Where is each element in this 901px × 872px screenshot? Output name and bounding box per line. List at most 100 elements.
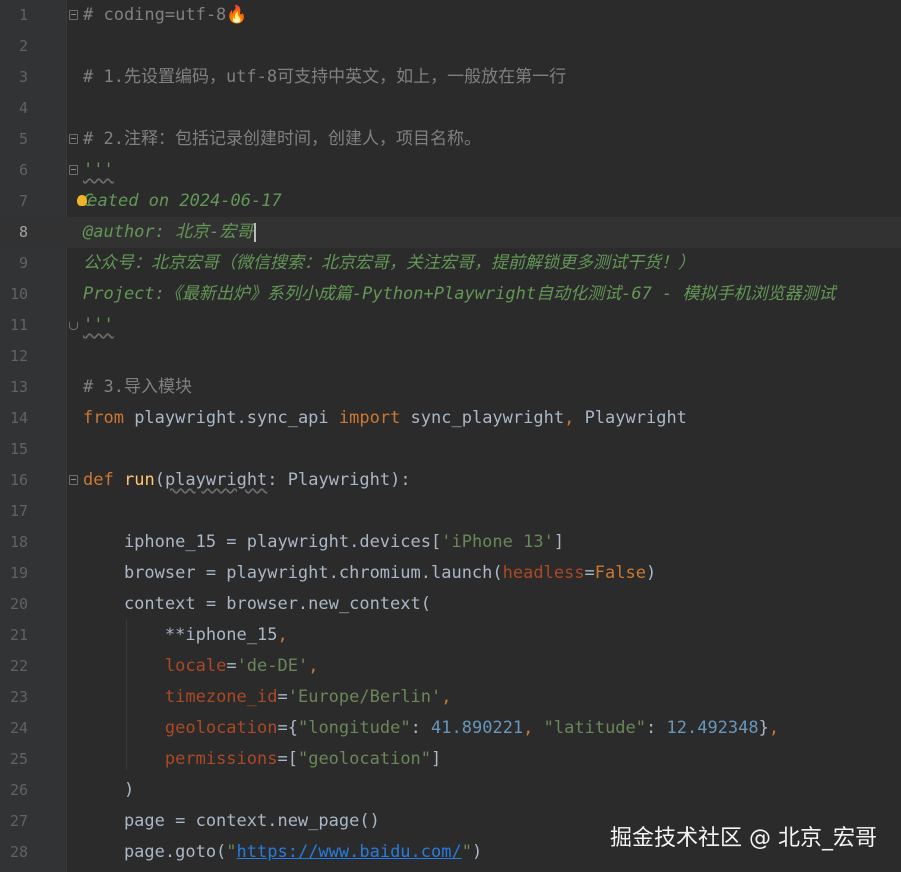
code-line[interactable]: 16 def run(playwright: Playwright): bbox=[0, 465, 901, 496]
fold-icon[interactable] bbox=[69, 475, 78, 485]
code-line[interactable]: 18 iphone_15 = playwright.devices['iPhon… bbox=[0, 527, 901, 558]
code-line[interactable]: 3 # 1.先设置编码，utf-8可支持中英文，如上，一般放在第一行 bbox=[0, 62, 901, 93]
text-caret bbox=[254, 222, 257, 242]
docstring-text: Project:《最新出炉》系列小成篇-Python+Playwright自动化… bbox=[83, 284, 836, 304]
code-line[interactable]: 12 bbox=[0, 341, 901, 372]
line-number: 1 bbox=[18, 6, 28, 24]
line-number: 6 bbox=[18, 161, 28, 179]
code-text: ) bbox=[645, 563, 657, 583]
string-literal: " bbox=[461, 842, 472, 862]
code-line[interactable]: 25 permissions=["geolocation"] bbox=[0, 744, 901, 775]
code-text: ) bbox=[83, 780, 135, 800]
comment-text: # 1.先设置编码，utf-8可支持中英文，如上，一般放在第一行 bbox=[83, 67, 567, 87]
fold-icon[interactable] bbox=[69, 165, 78, 175]
string-literal: "geolocation" bbox=[297, 749, 432, 769]
line-number: 14 bbox=[9, 409, 28, 427]
fold-icon[interactable] bbox=[69, 10, 78, 20]
code-text: **iphone_15 bbox=[83, 625, 278, 645]
line-number: 25 bbox=[9, 750, 28, 768]
code-line[interactable]: 26 ) bbox=[0, 775, 901, 806]
code-line[interactable]: 1 # coding=utf-8🔥 bbox=[0, 0, 901, 31]
code-line[interactable]: 13 # 3.导入模块 bbox=[0, 372, 901, 403]
code-line[interactable]: 11 ''' bbox=[0, 310, 901, 341]
code-line[interactable]: 9 公众号：北京宏哥（微信搜索：北京宏哥，关注宏哥，提前解锁更多测试干货！） bbox=[0, 248, 901, 279]
keyword: import bbox=[338, 408, 401, 428]
watermark: 掘金技术社区 @ 北京_宏哥 bbox=[610, 826, 877, 851]
fold-end-icon[interactable] bbox=[69, 322, 78, 330]
code-line[interactable]: 22 locale='de-DE', bbox=[0, 651, 901, 682]
code-text: : Playwright): bbox=[267, 470, 411, 490]
line-number: 7 bbox=[18, 192, 28, 210]
punctuation: , bbox=[277, 625, 288, 645]
line-number: 22 bbox=[9, 657, 28, 675]
line-number: 21 bbox=[9, 626, 28, 644]
code-text: ) bbox=[471, 842, 483, 862]
fold-icon[interactable] bbox=[69, 134, 78, 144]
code-text: context = browser.new_context( bbox=[83, 594, 431, 614]
punctuation: , bbox=[564, 408, 575, 428]
code-line[interactable]: 19 browser = playwright.chromium.launch(… bbox=[0, 558, 901, 589]
line-number: 17 bbox=[9, 502, 28, 520]
line-number: 16 bbox=[9, 471, 28, 489]
line-number: 5 bbox=[18, 130, 28, 148]
docstring-text: ''' bbox=[83, 160, 114, 180]
comment-text: # 3.导入模块 bbox=[83, 377, 192, 397]
code-text: page = context.new_page() bbox=[83, 811, 380, 831]
code-text: Playwright bbox=[574, 408, 687, 428]
number-literal: 41.890221 bbox=[431, 718, 524, 738]
code-line[interactable]: 10 Project:《最新出炉》系列小成篇-Python+Playwright… bbox=[0, 279, 901, 310]
keyword-argument: permissions bbox=[164, 749, 278, 769]
line-number: 19 bbox=[9, 564, 28, 582]
line-number: 9 bbox=[18, 254, 28, 272]
string-literal: 'Europe/Berlin' bbox=[287, 687, 442, 707]
code-text: : bbox=[410, 718, 432, 738]
parameter-name: playwright bbox=[164, 470, 268, 490]
line-number: 20 bbox=[9, 595, 28, 613]
code-text: =[ bbox=[277, 749, 298, 769]
url-link[interactable]: https://www.baidu.com/ bbox=[237, 842, 462, 862]
code-line[interactable]: 4 bbox=[0, 93, 901, 124]
line-number: 11 bbox=[9, 316, 28, 334]
keyword-argument: locale bbox=[164, 656, 227, 676]
code-line[interactable]: 14 from playwright.sync_api import sync_… bbox=[0, 403, 901, 434]
code-line[interactable]: 24 geolocation={"longitude": 41.890221, … bbox=[0, 713, 901, 744]
line-number: 26 bbox=[9, 781, 28, 799]
line-number: 12 bbox=[9, 347, 28, 365]
string-literal: "latitude" bbox=[543, 718, 647, 738]
code-text: : bbox=[646, 718, 667, 738]
code-line[interactable]: 20 context = browser.new_context( bbox=[0, 589, 901, 620]
docstring-text: 公众号：北京宏哥（微信搜索：北京宏哥，关注宏哥，提前解锁更多测试干货！） bbox=[83, 253, 695, 273]
code-text: } bbox=[758, 718, 769, 738]
code-text: ={ bbox=[277, 718, 298, 738]
string-literal: 'iPhone 13' bbox=[441, 532, 554, 552]
code-line[interactable]: 7 Ceated on 2024-06-17 bbox=[0, 186, 901, 217]
line-number: 4 bbox=[18, 99, 28, 117]
code-text: sync_playwright bbox=[400, 408, 565, 428]
code-line-current[interactable]: 8 @author: 北京-宏哥 bbox=[0, 217, 901, 248]
line-number: 2 bbox=[18, 37, 28, 55]
code-line[interactable]: 23 timezone_id='Europe/Berlin', bbox=[0, 682, 901, 713]
code-line[interactable]: 2 bbox=[0, 31, 901, 62]
code-line[interactable]: 6 ''' bbox=[0, 155, 901, 186]
code-line[interactable]: 17 bbox=[0, 496, 901, 527]
keyword-argument: timezone_id bbox=[164, 687, 278, 707]
code-text: browser = playwright.chromium.launch( bbox=[83, 563, 503, 583]
keyword-argument: geolocation bbox=[164, 718, 278, 738]
string-literal: 'de-DE' bbox=[236, 656, 309, 676]
code-text: iphone_15 = playwright.devices[ bbox=[83, 532, 442, 552]
line-number: 10 bbox=[9, 285, 28, 303]
lightbulb-icon[interactable] bbox=[77, 194, 88, 206]
line-number: 3 bbox=[18, 68, 28, 86]
line-number: 8 bbox=[18, 223, 28, 241]
code-line[interactable]: 15 bbox=[0, 434, 901, 465]
code-line[interactable]: 5 # 2.注释：包括记录创建时间，创建人，项目名称。 bbox=[0, 124, 901, 155]
line-number: 15 bbox=[9, 440, 28, 458]
code-text: = bbox=[226, 656, 237, 676]
code-line[interactable]: 21 **iphone_15, bbox=[0, 620, 901, 651]
line-number: 13 bbox=[9, 378, 28, 396]
keyword: False bbox=[594, 563, 646, 583]
